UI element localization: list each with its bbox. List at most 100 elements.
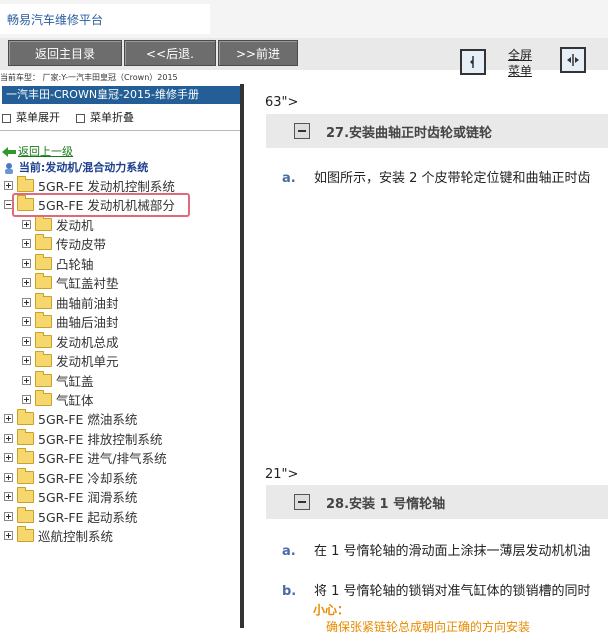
folder-icon (17, 176, 34, 192)
tree-child-node[interactable]: 曲轴前油封 (22, 293, 119, 312)
expand-node-icon[interactable] (22, 298, 31, 307)
step-27-a: a. 如图所示，安装 2 个皮带轮定位键和曲轴正时齿 (282, 167, 591, 186)
tree-node-label: 发动机单元 (56, 354, 119, 369)
expand-node-icon[interactable] (22, 395, 31, 404)
folder-icon (35, 371, 52, 387)
menu-collapse-button[interactable]: 菜单折叠 (76, 109, 134, 125)
tree-node-label: 凸轮轴 (56, 257, 94, 272)
step-28-header[interactable]: 28.安装 1 号惰轮轴 (266, 485, 608, 519)
tree-node[interactable]: 5GR-FE 润滑系统 (4, 487, 137, 506)
tree-node-label: 5GR-FE 冷却系统 (38, 471, 138, 486)
tree-node-label: 5GR-FE 润滑系统 (38, 490, 138, 505)
tree-node[interactable]: 5GR-FE 起动系统 (4, 507, 137, 526)
tree-node-label: 气缸盖 (56, 374, 94, 389)
current-location: 当前:发动机/混合动力系统 (3, 159, 148, 175)
expand-node-icon[interactable] (22, 278, 31, 287)
expand-node-icon[interactable] (4, 473, 13, 482)
tree-child-node[interactable]: 传动皮带 (22, 234, 106, 253)
manual-title-bar: 一汽丰田-CROWN皇冠-2015-维修手册 (2, 86, 240, 104)
step-27-header[interactable]: 27.安装曲轴正时齿轮或链轮 (266, 114, 608, 148)
tree-node-label: 传动皮带 (56, 237, 107, 252)
expand-node-icon[interactable] (4, 492, 13, 501)
tree-node[interactable]: 5GR-FE 冷却系统 (4, 468, 137, 487)
folder-icon (17, 409, 34, 425)
expand-icon (2, 113, 11, 123)
step-27-a-letter: a. (282, 171, 296, 186)
expand-node-icon[interactable] (22, 356, 31, 365)
expand-node-icon[interactable] (4, 512, 13, 521)
tree-node-label: 5GR-FE 起动系统 (38, 510, 138, 525)
fullscreen-menu-link[interactable]: 全屏 菜单 (508, 47, 532, 79)
tree-node-label: 气缸盖衬垫 (56, 276, 119, 291)
folder-icon (35, 390, 52, 406)
expand-node-icon[interactable] (4, 453, 13, 462)
caution-label: 小心： (313, 603, 350, 617)
split-arrow-icon (567, 54, 579, 66)
tree-child-node[interactable]: 发动机总成 (22, 332, 119, 351)
tree-node-label: 曲轴前油封 (56, 296, 119, 311)
expand-node-icon[interactable] (22, 317, 31, 326)
divider (0, 130, 240, 131)
tree-node-label: 5GR-FE 燃油系统 (38, 412, 138, 427)
tree-node-label: 发动机 (56, 218, 94, 233)
expand-node-icon[interactable] (4, 434, 13, 443)
tree-child-node[interactable]: 凸轮轴 (22, 254, 94, 273)
step-28-a-text: 在 1 号惰轮轴的滑动面上涂抹一薄层发动机机油 (314, 544, 591, 559)
user-icon (5, 163, 13, 174)
folder-icon (17, 487, 34, 503)
folder-icon (35, 254, 52, 270)
folder-icon (35, 293, 52, 309)
vehicle-info: 当前车型： 厂家:Y-一汽丰田皇冠（Crown）2015 (0, 73, 178, 82)
tree-node-label: 发动机总成 (56, 335, 119, 350)
current-location-label: 当前:发动机/混合动力系统 (18, 161, 149, 174)
tree-child-node[interactable]: 发动机 (22, 215, 94, 234)
tree-node[interactable]: 5GR-FE 燃油系统 (4, 409, 137, 428)
stray-text: 21"> (265, 467, 299, 482)
expand-node-icon[interactable] (4, 414, 13, 423)
expand-node-icon[interactable] (22, 239, 31, 248)
collapse-step-icon[interactable] (294, 123, 310, 139)
tree-node-label: 曲轴后油封 (56, 315, 119, 330)
selected-highlight (12, 193, 190, 217)
back-button[interactable]: <<后退. (124, 40, 216, 66)
tree-child-node[interactable]: 发动机单元 (22, 351, 119, 370)
step-27-title: 27.安装曲轴正时齿轮或链轮 (326, 125, 493, 141)
collapse-step-icon[interactable] (294, 494, 310, 510)
collapse-panel-icon[interactable] (460, 49, 486, 75)
menu-expand-button[interactable]: 菜单展开 (2, 109, 60, 125)
expand-node-icon[interactable] (22, 220, 31, 229)
arrow-icon (470, 56, 474, 68)
folder-icon (35, 332, 52, 348)
forward-button[interactable]: >>前进 (218, 40, 298, 66)
folder-icon (17, 429, 34, 445)
step-28-b: b. 将 1 号惰轮轴的锁销对准气缸体的锁销槽的同时 (282, 580, 591, 599)
expand-node-icon[interactable] (4, 531, 13, 540)
expand-node-icon[interactable] (22, 376, 31, 385)
tree-child-node[interactable]: 气缸盖衬垫 (22, 273, 119, 292)
tree-node[interactable]: 5GR-FE 进气/排气系统 (4, 448, 167, 467)
expand-node-icon[interactable] (22, 337, 31, 346)
folder-icon (35, 351, 52, 367)
app-title: 畅易汽车维修平台 (7, 13, 104, 27)
tree-node-label: 巡航控制系统 (38, 529, 114, 544)
expand-panel-icon[interactable] (560, 47, 586, 73)
step-28-title: 28.安装 1 号惰轮轴 (326, 496, 446, 512)
tree-child-node[interactable]: 曲轴后油封 (22, 312, 119, 331)
folder-icon (35, 234, 52, 250)
expand-node-icon[interactable] (22, 259, 31, 268)
tree-node-label: 气缸体 (56, 393, 94, 408)
tree-node[interactable]: 巡航控制系统 (4, 526, 113, 545)
step-28-a: a. 在 1 号惰轮轴的滑动面上涂抹一薄层发动机机油 (282, 540, 591, 559)
folder-icon (17, 526, 34, 542)
tree-node[interactable]: 5GR-FE 排放控制系统 (4, 429, 162, 448)
folder-icon (17, 468, 34, 484)
back-up-link[interactable]: 返回上一级 (2, 143, 73, 159)
menu-collapse-label: 菜单折叠 (90, 111, 134, 124)
green-back-arrow-icon (2, 147, 16, 157)
tree-child-node[interactable]: 气缸体 (22, 390, 94, 409)
tree-node-label: 5GR-FE 进气/排气系统 (38, 451, 167, 466)
expand-node-icon[interactable] (4, 181, 13, 190)
step-28-b-text: 将 1 号惰轮轴的锁销对准气缸体的锁销槽的同时 (314, 584, 591, 599)
tree-child-node[interactable]: 气缸盖 (22, 371, 94, 390)
home-button[interactable]: 返回主目录 (8, 40, 122, 66)
